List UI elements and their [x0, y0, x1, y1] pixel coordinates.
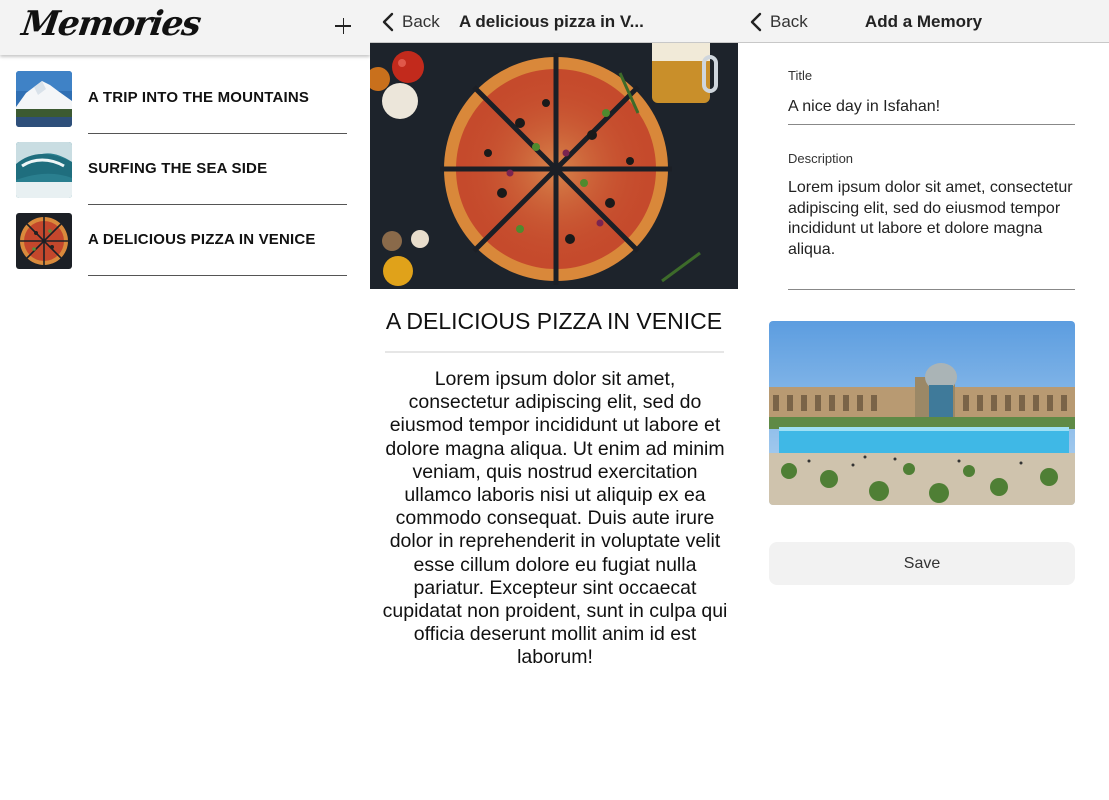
back-button[interactable]: Back	[378, 0, 440, 43]
pizza-thumbnail	[16, 213, 72, 269]
list-item-mountains[interactable]: A TRIP INTO THE MOUNTAINS	[0, 56, 370, 134]
detail-body-text: Lorem ipsum dolor sit amet, consectetur …	[382, 368, 728, 669]
detail-divider	[385, 351, 724, 353]
add-memory-button[interactable]	[326, 9, 360, 43]
detail-title: A DELICIOUS PIZZA IN VENICE	[385, 308, 723, 334]
list-navbar: Memories	[0, 0, 370, 55]
list-item-title: A TRIP INTO THE MOUNTAINS	[88, 89, 310, 106]
chevron-left-icon	[750, 12, 762, 31]
pizza-hero-image	[370, 43, 738, 289]
list-divider	[88, 275, 347, 276]
mountains-thumbnail-image	[16, 71, 72, 127]
memory-photo[interactable]	[769, 321, 1075, 505]
memories-list-screen: Memories A TRIP INTO THE MOUNTAINS SURFI…	[0, 0, 370, 800]
chevron-left-icon	[382, 12, 394, 31]
mountains-thumbnail	[16, 71, 72, 127]
title-label: Title	[788, 68, 813, 83]
memory-detail-screen: Back A delicious pizza in V... A DELICIO…	[370, 0, 738, 800]
add-memory-screen: Add a Memory Back Title Description	[738, 0, 1109, 800]
list-item-title: SURFING THE SEA SIDE	[88, 160, 268, 177]
surfing-thumbnail	[16, 142, 72, 198]
list-item-title: A DELICIOUS PIZZA IN VENICE	[88, 231, 316, 248]
list-item-pizza[interactable]: A DELICIOUS PIZZA IN VENICE	[0, 198, 370, 276]
isfahan-square-image	[769, 321, 1075, 505]
surfing-thumbnail-image	[16, 142, 72, 198]
pizza-thumbnail-image	[16, 213, 72, 269]
back-label: Back	[770, 11, 808, 31]
description-underline	[788, 289, 1075, 290]
memory-list: A TRIP INTO THE MOUNTAINS SURFING THE SE…	[0, 56, 370, 276]
app-logo: Memories	[19, 4, 203, 44]
add-navbar: Add a Memory Back	[738, 0, 1109, 43]
title-input[interactable]	[788, 96, 1075, 118]
detail-navbar: Back A delicious pizza in V...	[370, 0, 738, 43]
detail-nav-title: A delicious pizza in V...	[459, 12, 644, 31]
back-button[interactable]: Back	[746, 0, 808, 43]
back-label: Back	[402, 11, 440, 31]
description-textarea[interactable]	[788, 178, 1075, 284]
title-underline	[788, 124, 1075, 125]
description-label: Description	[788, 151, 854, 166]
list-item-surfing[interactable]: SURFING THE SEA SIDE	[0, 127, 370, 205]
save-button[interactable]: Save	[769, 542, 1075, 585]
